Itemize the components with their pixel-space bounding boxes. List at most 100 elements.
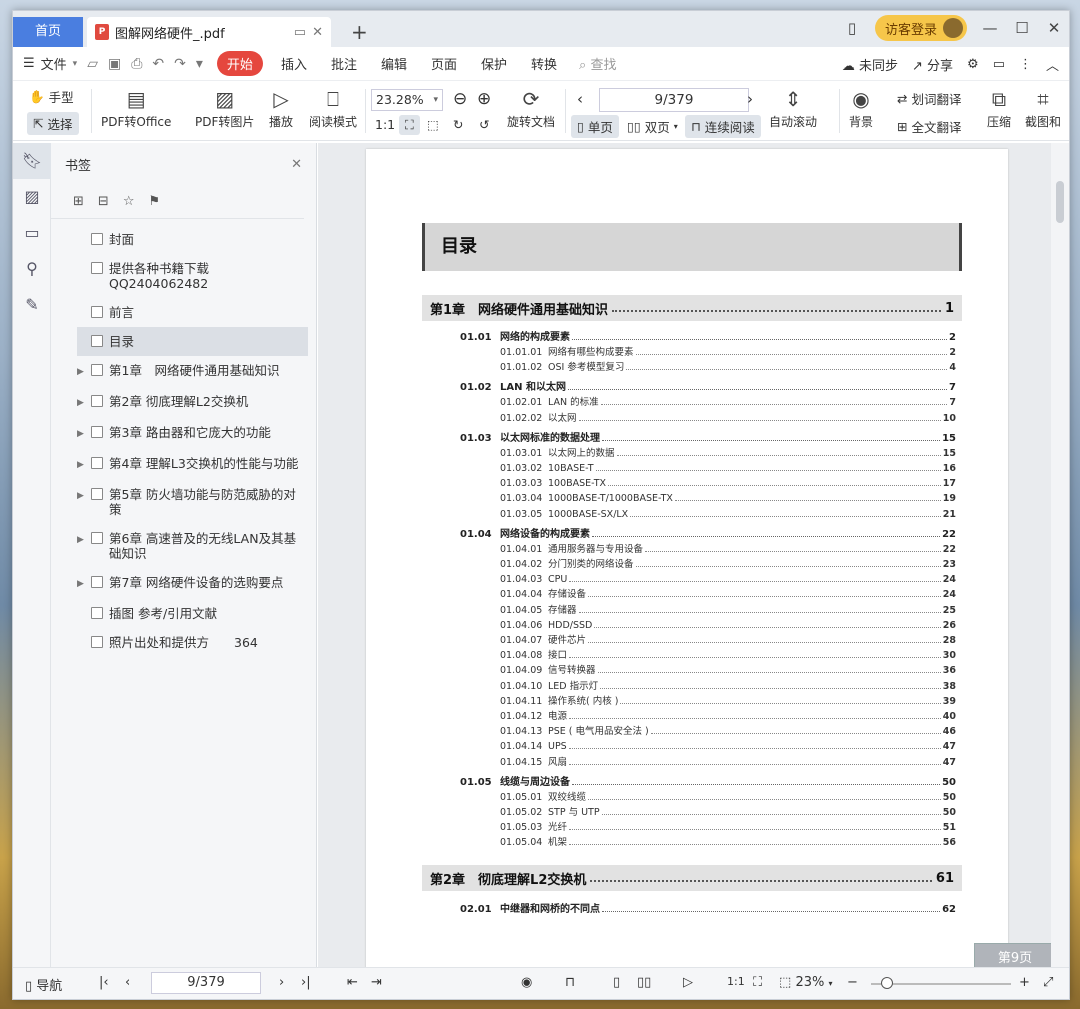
toc-subsection[interactable]: 01.04.13 PSE ( 电气用品安全法 ) 46 [500, 724, 956, 737]
toc-subsection[interactable]: 01.04.04 存储设备 24 [500, 587, 956, 600]
comment-panel-icon[interactable]: ▭ [13, 215, 51, 251]
toc-subsection[interactable]: 01.02.01 LAN 的标准 7 [500, 395, 956, 408]
add-sub-bookmark-icon[interactable]: ⊟ [98, 194, 109, 209]
thumbnail-icon[interactable]: ▨ [13, 179, 51, 215]
prev-page-status-icon[interactable]: ‹ [125, 975, 130, 990]
share-button[interactable]: ↗ 分享 [912, 55, 953, 74]
toc-section[interactable]: 01.02 LAN 和以太网 7 [460, 379, 956, 393]
actual-size-status-icon[interactable]: 1:1 [727, 975, 745, 988]
vertical-scrollbar[interactable] [1051, 143, 1069, 969]
last-page-icon[interactable]: ›| [301, 975, 311, 990]
tab-comment[interactable]: 批注 [319, 54, 369, 73]
hand-tool-button[interactable]: ✋ 手型 [29, 87, 74, 106]
bookmark-item[interactable]: ▶ 第3章 路由器和它庞大的功能 [77, 418, 308, 449]
bookmark-icon[interactable]: 🔖︎ [13, 143, 51, 179]
expand-arrow-icon[interactable]: ▶ [77, 394, 91, 411]
read-mode-button[interactable]: ⎕ 阅读模式 [309, 85, 357, 130]
select-tool-button[interactable]: ⇱ 选择 [27, 112, 79, 135]
toc-section[interactable]: 02.01 中继器和网桥的不同点 62 [460, 901, 956, 915]
pdf-to-image-button[interactable]: ▨ PDF转图片 [195, 85, 254, 130]
toc-section[interactable]: 01.03 以太网标准的数据处理 15 [460, 430, 956, 444]
double-page-status-icon[interactable]: ▯▯ [637, 975, 651, 990]
scrollbar-thumb[interactable] [1056, 181, 1064, 223]
tab-close-icon[interactable]: ✕ [312, 25, 323, 40]
expand-arrow-icon[interactable]: ▶ [77, 456, 91, 473]
double-page-button[interactable]: ▯▯ 双页 ▾ [627, 117, 678, 136]
single-page-button[interactable]: ▯ 单页 [571, 115, 619, 138]
tab-convert[interactable]: 转换 [519, 54, 569, 73]
bookmark-item[interactable]: 封面 [77, 225, 308, 254]
undo-icon[interactable]: ↶ [152, 56, 164, 72]
page-number-input[interactable]: 9/379 [599, 88, 749, 112]
toc-subsection[interactable]: 01.04.11 操作系统( 内核 ) 39 [500, 694, 956, 707]
chevron-up-icon[interactable]: ︿ [1046, 55, 1059, 74]
toc-section[interactable]: 01.01 网络的构成要素 2 [460, 329, 956, 343]
bookmark-item[interactable]: 目录 [77, 327, 308, 356]
zoom-select[interactable]: 23.28% ▾ [371, 89, 443, 111]
sync-button[interactable]: ☁ 未同步 [842, 55, 898, 74]
toc-subsection[interactable]: 01.03.01 以太网上的数据 15 [500, 446, 956, 459]
tab-pin-icon[interactable]: ▭ [294, 25, 306, 40]
toc-section[interactable]: 01.04 网络设备的构成要素 22 [460, 526, 956, 540]
expand-arrow-icon[interactable]: ▶ [77, 425, 91, 442]
save-icon[interactable]: ▣ [108, 56, 121, 72]
quick-access-dropdown-icon[interactable]: ▾ [196, 56, 203, 72]
zoom-slider[interactable] [871, 977, 1011, 989]
enter-icon[interactable]: ⇥ [371, 975, 382, 990]
toc-subsection[interactable]: 01.03.04 1000BASE-T/1000BASE-TX 19 [500, 491, 956, 504]
prev-page-icon[interactable]: ‹ [577, 90, 583, 108]
toc-subsection[interactable]: 01.05.02 STP 与 UTP 50 [500, 805, 956, 818]
actual-size-icon[interactable]: 1:1 [375, 117, 395, 132]
toc-subsection[interactable]: 01.03.05 1000BASE-SX/LX 21 [500, 507, 956, 520]
pdf-to-office-button[interactable]: ▤ PDF转Office [101, 85, 171, 130]
expand-arrow-icon[interactable]: ▶ [77, 575, 91, 592]
attachment-icon[interactable]: ⚲ [13, 251, 51, 287]
first-page-icon[interactable]: |‹ [99, 975, 109, 990]
zoom-out-icon[interactable]: ⊖ [453, 89, 467, 109]
toc-chapter-2[interactable]: 第2章 彻底理解L2交换机 61 [422, 865, 962, 891]
toc-subsection[interactable]: 01.02.02 以太网 10 [500, 411, 956, 424]
auto-scroll-button[interactable]: ⇕ 自动滚动 [769, 85, 817, 130]
rotate-right-icon[interactable]: ↺ [479, 117, 489, 132]
add-bookmark-icon[interactable]: ⊞ [73, 194, 84, 209]
bookmark-item[interactable]: ▶ 第1章 网络硬件通用基础知识 [77, 356, 308, 387]
toc-subsection[interactable]: 01.03.03 100BASE-TX 17 [500, 476, 956, 489]
layout-icon[interactable]: ▯ [843, 19, 861, 37]
bookmark-item[interactable]: ▶ 第4章 理解L3交换机的性能与功能 [77, 449, 308, 480]
toc-subsection[interactable]: 01.05.01 双绞线缆 50 [500, 790, 956, 803]
toc-subsection[interactable]: 01.04.03 CPU 24 [500, 572, 956, 585]
search-box[interactable]: ⌕ 查找 [579, 54, 616, 73]
tab-start[interactable]: 开始 [216, 51, 263, 76]
fit-page-status-icon[interactable]: ⛶ [753, 975, 762, 990]
expand-arrow-icon[interactable]: ▶ [77, 487, 91, 504]
zoom-out-status-icon[interactable]: − [847, 975, 858, 990]
single-page-status-icon[interactable]: ▯ [613, 975, 620, 990]
comment-icon[interactable]: ▭ [993, 57, 1005, 72]
toc-subsection[interactable]: 01.04.15 风扇 47 [500, 755, 956, 768]
close-window-icon[interactable]: ✕ [1045, 19, 1063, 37]
more-icon[interactable]: ⋮ [1019, 57, 1032, 72]
fit-page-icon[interactable]: ⛶ [399, 115, 420, 135]
zoom-in-status-icon[interactable]: + [1019, 975, 1030, 990]
bookmark-item[interactable]: 照片出处和提供方 364 [77, 628, 308, 657]
tab-document[interactable]: P 图解网络硬件_.pdf ▭ ✕ [87, 17, 331, 47]
background-button[interactable]: ◉ 背景 [849, 85, 873, 130]
zoom-slider-knob[interactable] [881, 977, 893, 989]
eye-protection-icon[interactable]: ◉ [521, 975, 532, 990]
navigation-toggle[interactable]: ▯ 导航 [25, 975, 62, 994]
toc-section[interactable]: 01.05 线缆与周边设备 50 [460, 774, 956, 788]
status-page-input[interactable]: 9/379 [151, 972, 261, 994]
word-translate-button[interactable]: ⇄ 划词翻译 [897, 89, 962, 108]
bookmark-item[interactable]: ▶ 第6章 高速普及的无线LAN及其基础知识 [77, 524, 308, 568]
print-icon[interactable]: ⎙ [131, 56, 142, 72]
bookmark-item[interactable]: 提供各种书籍下载QQ2404062482 [77, 254, 308, 298]
zoom-select-status[interactable]: ⬚ 23% ▾ [779, 975, 833, 990]
toc-subsection[interactable]: 01.04.02 分门别类的网络设备 23 [500, 557, 956, 570]
exit-icon[interactable]: ⇤ [347, 975, 358, 990]
close-icon[interactable]: ✕ [291, 157, 302, 172]
toc-subsection[interactable]: 01.04.10 LED 指示灯 38 [500, 679, 956, 692]
toc-subsection[interactable]: 01.05.04 机架 56 [500, 835, 956, 848]
maximize-icon[interactable]: ☐ [1013, 19, 1031, 37]
bookmark-item[interactable]: ▶ 第2章 彻底理解L2交换机 [77, 387, 308, 418]
minimize-icon[interactable]: — [981, 19, 999, 37]
